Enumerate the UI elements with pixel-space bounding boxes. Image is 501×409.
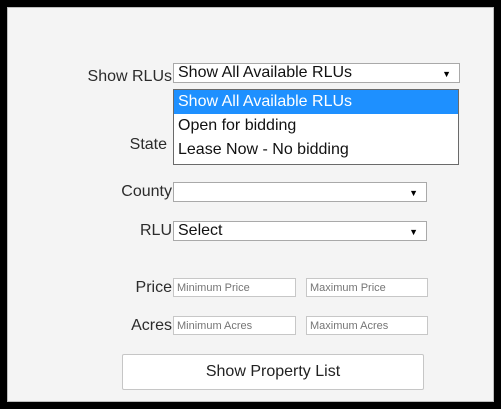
chevron-down-icon: ▼ xyxy=(409,227,418,237)
max-price-input[interactable] xyxy=(306,278,428,297)
show-rlus-dropdown: Show All Available RLUs Open for bidding… xyxy=(173,89,459,165)
show-rlus-value: Show All Available RLUs xyxy=(178,64,353,81)
rlu-value: Select xyxy=(178,222,223,239)
chevron-down-icon: ▼ xyxy=(442,69,451,79)
min-price-input[interactable] xyxy=(173,278,296,297)
min-acres-input[interactable] xyxy=(173,316,296,335)
option-open-for-bidding[interactable]: Open for bidding xyxy=(174,114,458,138)
search-panel: Show RLUs Show All Available RLUs ▼ Show… xyxy=(7,7,494,402)
max-acres-input[interactable] xyxy=(306,316,428,335)
chevron-down-icon: ▼ xyxy=(409,188,418,198)
rlu-select[interactable]: Select ▼ xyxy=(173,221,427,241)
show-rlus-select[interactable]: Show All Available RLUs ▼ xyxy=(173,63,460,83)
show-property-list-button[interactable]: Show Property List xyxy=(122,354,424,390)
acres-label: Acres xyxy=(131,317,172,334)
option-show-all-available-rlus[interactable]: Show All Available RLUs xyxy=(174,90,458,114)
county-label: County xyxy=(121,183,172,200)
price-label: Price xyxy=(135,279,172,296)
state-label: State xyxy=(129,136,167,153)
option-lease-now-no-bidding[interactable]: Lease Now - No bidding xyxy=(174,138,458,162)
show-rlus-label: Show RLUs xyxy=(87,68,172,85)
rlu-label: RLU xyxy=(139,222,172,239)
county-select[interactable]: ▼ xyxy=(173,182,427,202)
